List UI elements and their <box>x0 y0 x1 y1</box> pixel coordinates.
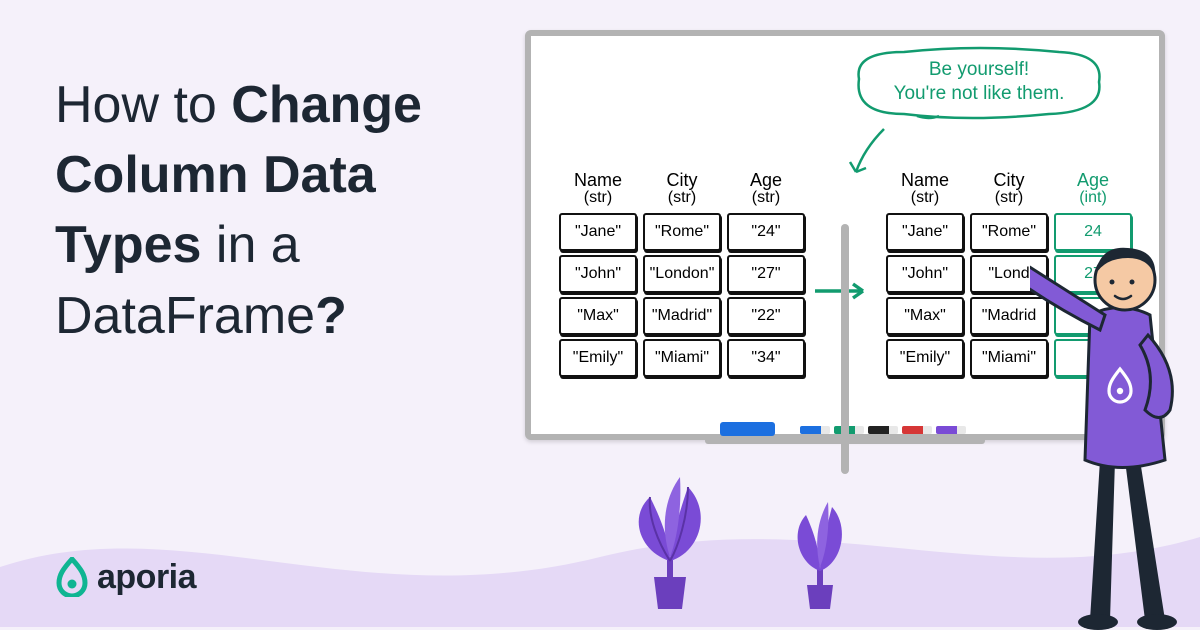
cell: "34" <box>727 339 805 377</box>
title-pre: How to <box>55 76 231 134</box>
cell: 27 <box>1054 255 1132 293</box>
cell: "Emily" <box>886 339 964 377</box>
cell: "Lond <box>970 255 1048 293</box>
col-header: City (str) <box>667 171 698 207</box>
marker-red <box>902 426 932 434</box>
cell: "John" <box>886 255 964 293</box>
arrow-right-icon <box>813 276 873 306</box>
cell: "John" <box>559 255 637 293</box>
speech-line-1: Be yourself! <box>869 58 1089 82</box>
cell: "London" <box>643 255 721 293</box>
speech-line-2: You're not like them. <box>869 82 1089 106</box>
marker-green <box>834 426 864 434</box>
cell: 24 <box>1054 213 1132 251</box>
cell: "Max" <box>559 297 637 335</box>
cell: "22" <box>727 297 805 335</box>
aporia-flame-icon <box>55 557 89 597</box>
cell: "Max" <box>886 297 964 335</box>
cell: "Miami" <box>643 339 721 377</box>
markers <box>800 426 966 434</box>
col-city-after: City (str) "Rome" "Lond "Madrid "Miami" <box>970 171 1048 381</box>
cell: "27" <box>727 255 805 293</box>
speech-bubble: Be yourself! You're not like them. <box>869 58 1089 106</box>
col-header: Name (str) <box>574 171 622 207</box>
col-header: City (str) <box>994 171 1025 207</box>
cell: "Madrid" <box>643 297 721 335</box>
cell: "24" <box>727 213 805 251</box>
cell: "Jane" <box>559 213 637 251</box>
plant-1-illustration <box>610 457 730 617</box>
marker-blue <box>800 426 830 434</box>
cell <box>1054 339 1132 377</box>
col-name-before: Name (str) "Jane" "John" "Max" "Emily" <box>559 171 637 381</box>
title-q: ? <box>315 287 347 345</box>
cell <box>1054 297 1132 335</box>
cell: "Emily" <box>559 339 637 377</box>
dataframe-before: Name (str) "Jane" "John" "Max" "Emily" C… <box>559 171 805 381</box>
col-header: Name (str) <box>901 171 949 207</box>
plant-2-illustration <box>770 477 870 617</box>
marker-black <box>868 426 898 434</box>
page-title: How to Change Column Data Types in a Dat… <box>55 70 495 351</box>
marker-purple <box>936 426 966 434</box>
col-name-after: Name (str) "Jane" "John" "Max" "Emily" <box>886 171 964 381</box>
col-age-before: Age (str) "24" "27" "22" "34" <box>727 171 805 381</box>
cell: "Rome" <box>643 213 721 251</box>
col-header: Age (str) <box>750 171 782 207</box>
cell: "Madrid <box>970 297 1048 335</box>
whiteboard: Be yourself! You're not like them. Name … <box>525 30 1165 440</box>
cell: "Rome" <box>970 213 1048 251</box>
brand-name: aporia <box>97 558 196 597</box>
dataframe-after: Name (str) "Jane" "John" "Max" "Emily" C… <box>886 171 1132 381</box>
cell: "Miami" <box>970 339 1048 377</box>
col-age-after: Age (int) 24 27 <box>1054 171 1132 381</box>
col-header: Age (int) <box>1077 171 1109 207</box>
marker-tray <box>705 434 985 444</box>
cell: "Jane" <box>886 213 964 251</box>
brand-logo: aporia <box>55 557 196 597</box>
col-city-before: City (str) "Rome" "London" "Madrid" "Mia… <box>643 171 721 381</box>
